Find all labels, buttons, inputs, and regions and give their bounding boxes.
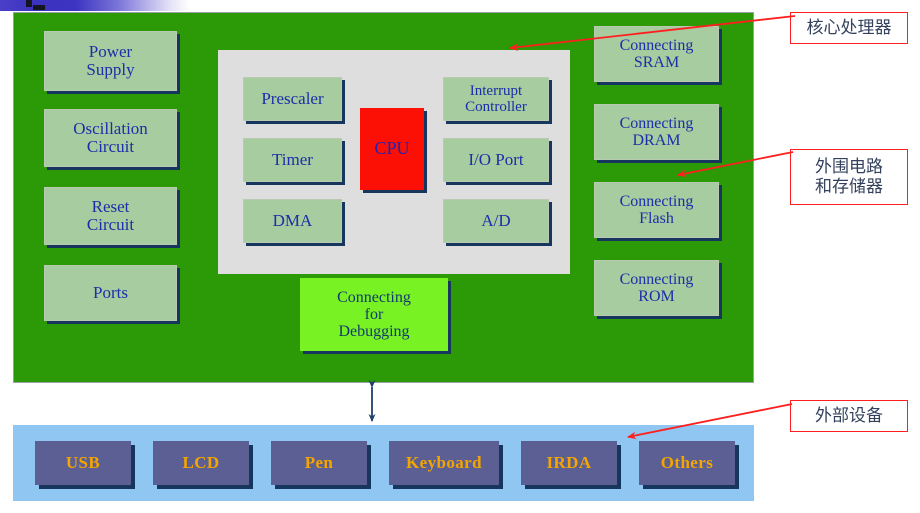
external-device-pen[interactable]: Pen	[271, 441, 367, 485]
decorative-mark-icon	[33, 5, 45, 10]
peripheral-block-ports[interactable]: Ports	[44, 265, 177, 321]
core-block-prescaler[interactable]: Prescaler	[243, 77, 342, 121]
block-label: Prescaler	[261, 88, 324, 108]
callout-core-processor: 核心处理器	[790, 12, 908, 44]
block-label: CPU	[374, 138, 410, 159]
core-block-timer[interactable]: Timer	[243, 138, 342, 182]
callout-peripheral-memory: 外围电路 和存储器	[790, 149, 908, 205]
block-label-line2: Circuit	[86, 137, 135, 156]
decorative-title-strip	[0, 0, 190, 11]
block-label: Connecting for Debugging	[337, 289, 411, 341]
external-device-others[interactable]: Others	[639, 441, 735, 485]
external-device-lcd[interactable]: LCD	[153, 441, 249, 485]
block-label-line1: Connecting	[337, 288, 411, 306]
callout-label: 外围电路 和存储器	[815, 157, 883, 197]
device-label: LCD	[182, 452, 220, 472]
embedded-board-panel: Power Supply Oscillation Circuit Reset C…	[13, 12, 754, 383]
core-processor-panel: Prescaler Timer DMA CPU Interrupt Contro…	[218, 50, 570, 274]
callout-external-devices: 外部设备	[790, 400, 908, 432]
memory-block-connecting-rom[interactable]: Connecting ROM	[594, 260, 719, 316]
block-label-line2: Flash	[639, 210, 674, 227]
device-label: IRDA	[546, 452, 592, 472]
callout-label-line2: 和存储器	[815, 177, 883, 197]
block-label: Connecting Flash	[620, 193, 694, 228]
device-label: Pen	[304, 452, 334, 472]
core-block-ad-converter[interactable]: A/D	[443, 199, 549, 243]
block-label: Connecting ROM	[620, 271, 694, 306]
memory-block-connecting-flash[interactable]: Connecting Flash	[594, 182, 719, 238]
peripheral-block-power-supply[interactable]: Power Supply	[44, 31, 177, 91]
block-label-line1: Interrupt	[469, 82, 523, 99]
block-label-line3: Debugging	[338, 323, 410, 341]
block-label-line1: Oscillation	[73, 118, 148, 138]
block-label-line2: for	[364, 305, 384, 323]
block-label-line1: Reset	[91, 196, 130, 216]
device-label: Keyboard	[406, 452, 482, 472]
block-label-line2: SRAM	[633, 54, 680, 71]
device-label: Others	[660, 452, 714, 472]
core-block-io-port[interactable]: I/O Port	[443, 138, 549, 182]
external-device-usb[interactable]: USB	[35, 441, 131, 485]
block-label: I/O Port	[468, 149, 524, 169]
block-label: Connecting DRAM	[620, 115, 694, 150]
block-label: Oscillation Circuit	[73, 118, 148, 157]
block-label-line1: Connecting	[619, 114, 694, 132]
core-block-dma[interactable]: DMA	[243, 199, 342, 243]
peripheral-block-oscillation-circuit[interactable]: Oscillation Circuit	[44, 109, 177, 167]
block-label: A/D	[481, 210, 511, 230]
memory-block-connecting-dram[interactable]: Connecting DRAM	[594, 104, 719, 160]
block-label: Timer	[272, 149, 313, 169]
callout-label: 外部设备	[815, 405, 883, 426]
external-device-irda[interactable]: IRDA	[521, 441, 617, 485]
block-label-line2: ROM	[638, 288, 675, 305]
external-devices-panel: USB LCD Pen Keyboard IRDA Others	[13, 425, 754, 501]
memory-block-connecting-sram[interactable]: Connecting SRAM	[594, 26, 719, 82]
block-label-line1: Connecting	[619, 36, 694, 54]
block-label: Interrupt Controller	[465, 83, 527, 115]
block-label: Reset Circuit	[86, 196, 135, 235]
callout-label: 核心处理器	[806, 17, 892, 38]
block-label-line1: Connecting	[619, 270, 694, 288]
connecting-for-debugging-block[interactable]: Connecting for Debugging	[300, 278, 448, 351]
block-label-line2: Controller	[465, 99, 527, 115]
block-label: DMA	[272, 210, 313, 230]
block-label-line2: DRAM	[632, 132, 681, 149]
block-label: Ports	[93, 282, 128, 302]
block-label-line2: Supply	[86, 60, 135, 79]
callout-label-line1: 外围电路	[815, 156, 883, 177]
device-label: USB	[65, 452, 101, 472]
block-label-line2: Circuit	[86, 215, 135, 234]
block-label-line1: Power	[88, 41, 133, 61]
block-label: Connecting SRAM	[620, 37, 694, 72]
core-block-cpu[interactable]: CPU	[360, 108, 424, 190]
core-block-interrupt-controller[interactable]: Interrupt Controller	[443, 77, 549, 121]
block-label: Power Supply	[86, 41, 135, 80]
block-label-line1: Connecting	[619, 192, 694, 210]
external-device-keyboard[interactable]: Keyboard	[389, 441, 499, 485]
decorative-mark-icon	[26, 0, 32, 7]
peripheral-block-reset-circuit[interactable]: Reset Circuit	[44, 187, 177, 245]
